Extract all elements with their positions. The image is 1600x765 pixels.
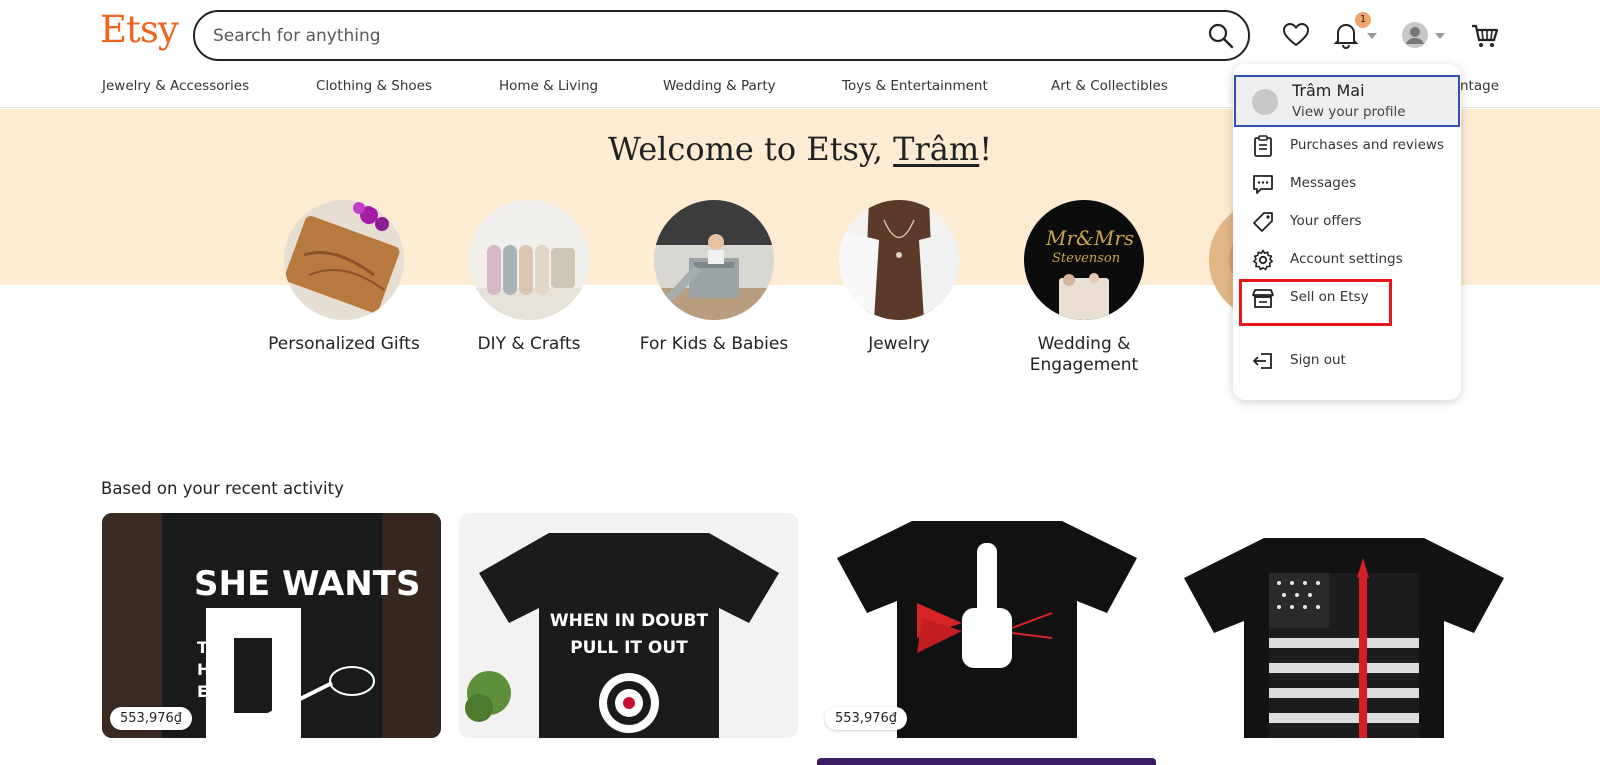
category-image [284,200,404,320]
heart-icon[interactable] [1279,18,1313,52]
nav-toys-entertainment[interactable]: Toys & Entertainment [842,78,988,94]
chat-icon [1251,172,1275,196]
avatar-icon[interactable] [1398,18,1432,52]
price-badge: 553,976₫ [825,707,908,730]
category-image [654,200,774,320]
category-label: Jewelry [868,334,930,354]
category-image [469,200,589,320]
svg-text:H: H [197,660,210,679]
etsy-logo[interactable]: Etsy [100,8,179,51]
shirt-text: SHE WANTS [194,564,420,604]
listing-image: WHEN IN DOUBT PULL IT OUT [459,513,798,738]
cart-icon[interactable] [1468,18,1502,52]
search-bar[interactable] [193,10,1250,61]
listing-card[interactable]: SHE WANTS T H E 553,976₫ [102,513,441,738]
listing-image: SHE WANTS THE [102,513,441,738]
listing-image [1174,513,1513,738]
price-badge: 553,976₫ [110,707,193,730]
search-input[interactable] [213,24,1113,48]
avatar [1252,89,1278,115]
sign-out-icon [1251,349,1275,373]
view-profile-item[interactable]: Trâm Mai View your profile [1234,75,1460,127]
svg-text:PULL IT OUT: PULL IT OUT [570,638,688,658]
highlight-box [1239,279,1392,326]
nav-clothing-shoes[interactable]: Clothing & Shoes [316,78,432,94]
menu-item-sign-out[interactable]: Sign out [1233,345,1461,377]
nav-jewelry-accessories[interactable]: Jewelry & Accessories [102,78,249,94]
welcome-name-link[interactable]: Trâm [893,130,979,168]
menu-item-label: Your offers [1290,213,1362,229]
listing-card[interactable] [1174,513,1513,738]
clipboard-icon [1251,134,1275,158]
category-label: For Kids & Babies [639,334,789,354]
category-image [839,200,959,320]
menu-item-label: Sign out [1290,352,1346,368]
svg-text:T: T [197,638,208,657]
svg-text:WHEN IN DOUBT: WHEN IN DOUBT [550,611,709,631]
menu-item-purchases-reviews[interactable]: Purchases and reviews [1233,130,1461,162]
chevron-down-icon[interactable] [1435,33,1445,39]
category-label: Personalized Gifts [268,334,420,354]
svg-text:E: E [197,682,208,701]
menu-item-messages[interactable]: Messages [1233,168,1461,200]
menu-item-label: Messages [1290,175,1357,191]
listing-card[interactable]: WHEN IN DOUBT PULL IT OUT [459,513,798,738]
nav-vintage[interactable]: ntage [1460,78,1499,94]
category-diy-crafts[interactable]: DIY & Crafts [449,200,609,355]
recent-activity-heading: Based on your recent activity [101,479,344,498]
profile-name: Trâm Mai [1292,81,1365,100]
search-icon[interactable] [1206,21,1236,51]
account-dropdown-menu: Trâm Mai View your profile Purchases and… [1233,64,1461,400]
listing-image [817,513,1156,738]
listing-card-partial[interactable] [817,758,1156,765]
notification-badge: 1 [1355,12,1371,28]
nav-home-living[interactable]: Home & Living [499,78,598,94]
gear-icon [1251,248,1275,272]
chevron-down-icon[interactable] [1367,33,1377,39]
category-label: DIY & Crafts [477,334,581,354]
tag-icon [1251,210,1275,234]
category-jewelry[interactable]: Jewelry [819,200,979,355]
category-kids-babies[interactable]: For Kids & Babies [634,200,794,355]
category-label: Wedding & Engagement [1029,334,1139,375]
listing-card[interactable]: 553,976₫ [817,513,1156,738]
svg-text:Stevenson: Stevenson [1052,251,1120,266]
category-wedding-engagement[interactable]: Mr&Mrs Stevenson Wedding & Engagement [1004,200,1164,376]
menu-item-label: Purchases and reviews [1290,137,1444,153]
nav-wedding-party[interactable]: Wedding & Party [663,78,776,94]
view-profile-link: View your profile [1292,104,1406,120]
menu-item-account-settings[interactable]: Account settings [1233,244,1461,276]
nav-art-collectibles[interactable]: Art & Collectibles [1051,78,1168,94]
menu-item-label: Account settings [1290,251,1403,267]
menu-item-your-offers[interactable]: Your offers [1233,206,1461,238]
category-personalized-gifts[interactable]: Personalized Gifts [264,200,424,355]
svg-text:Mr&Mrs: Mr&Mrs [1045,226,1134,250]
category-image: Mr&Mrs Stevenson [1024,200,1144,320]
